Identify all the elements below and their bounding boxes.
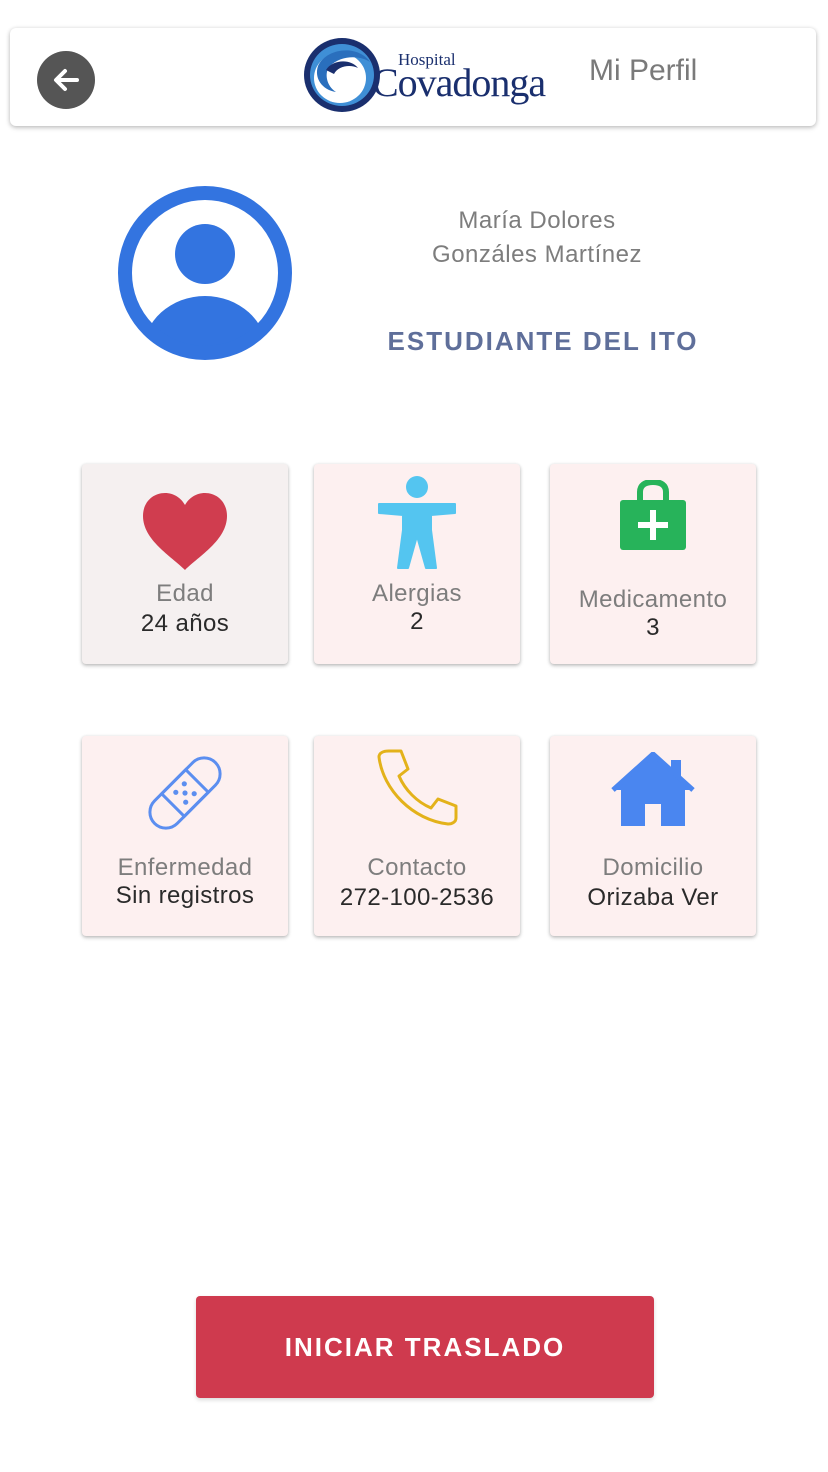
- card-value: Orizaba Ver: [587, 884, 719, 911]
- bandage-icon: [148, 756, 222, 830]
- logo-text-covadonga: Covadonga: [372, 60, 546, 105]
- start-transfer-button[interactable]: INICIAR TRASLADO: [196, 1296, 654, 1398]
- hospital-logo: Hospital Covadonga: [296, 34, 546, 116]
- user-first-name: María Dolores: [458, 207, 616, 234]
- medical-bag-icon: [620, 480, 686, 550]
- phone-icon: [377, 749, 458, 826]
- back-button[interactable]: [37, 51, 95, 109]
- card-value: 272-100-2536: [339, 884, 495, 911]
- card-medicamento[interactable]: Medicamento 3: [550, 464, 756, 664]
- card-enfermedad[interactable]: Enfermedad Sin registros: [82, 736, 288, 936]
- card-contacto[interactable]: Contacto 272-100-2536: [314, 736, 520, 936]
- house-icon: [611, 752, 695, 826]
- heart-icon: [143, 493, 227, 570]
- person-icon: [378, 476, 456, 569]
- card-domicilio[interactable]: Domicilio Orizaba Ver: [550, 736, 756, 936]
- card-label: Domicilio: [602, 854, 704, 881]
- user-avatar-icon: [118, 186, 292, 360]
- card-alergias[interactable]: Alergias 2: [314, 464, 520, 664]
- user-last-name: Gonzáles Martínez: [432, 241, 642, 268]
- page-title: Mi Perfil: [589, 54, 698, 87]
- card-value: 24 años: [140, 610, 230, 637]
- card-value: Sin registros: [115, 882, 255, 909]
- card-label: Contacto: [367, 854, 467, 881]
- card-label: Alergias: [372, 580, 462, 607]
- user-name: María Dolores Gonzáles Martínez: [392, 204, 682, 272]
- card-edad[interactable]: Edad 24 años: [82, 464, 288, 664]
- user-role: ESTUDIANTE DEL ITO: [387, 326, 699, 356]
- card-label: Medicamento: [578, 586, 728, 613]
- card-label: Enfermedad: [117, 854, 253, 881]
- card-label: Edad: [156, 580, 214, 607]
- card-value: 2: [410, 608, 424, 635]
- card-value: 3: [646, 614, 660, 641]
- arrow-left-icon: [54, 69, 79, 91]
- top-app-bar: Hospital Covadonga Mi Perfil: [10, 28, 816, 126]
